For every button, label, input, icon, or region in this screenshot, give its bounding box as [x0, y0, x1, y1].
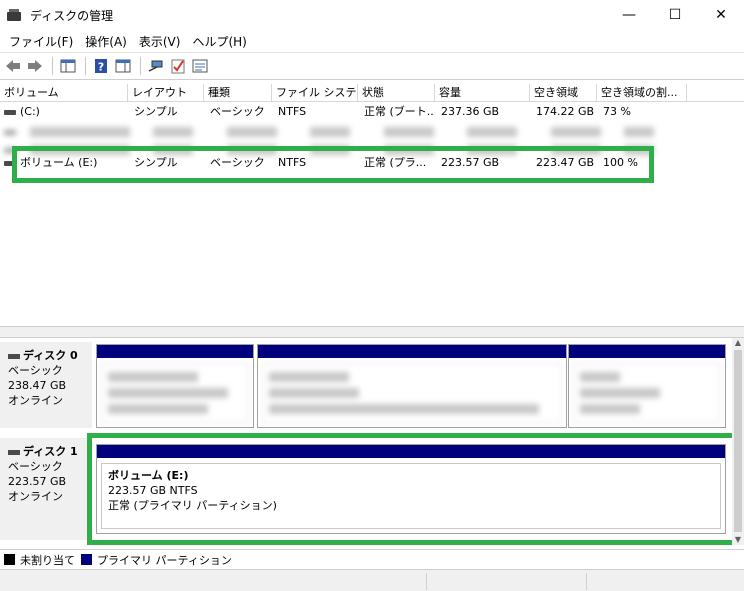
drive-icon	[4, 109, 16, 115]
legend-unallocated-label: 未割り当て	[20, 553, 75, 567]
back-arrow-icon	[6, 60, 20, 72]
help-icon: ?	[95, 59, 107, 74]
svg-text:?: ?	[98, 61, 104, 74]
disk-0-partition-2[interactable]	[257, 344, 567, 428]
checklist-button[interactable]	[168, 56, 188, 76]
disk-1-label[interactable]: ディスク 1 ベーシック 223.57 GB オンライン	[0, 438, 92, 540]
status-bar-segment	[426, 573, 586, 590]
disk-0-partition-3[interactable]	[568, 344, 726, 428]
volume-type: ベーシック	[210, 105, 265, 118]
disk-type: ベーシック	[8, 460, 63, 473]
column-header-status[interactable]: 状態	[358, 84, 435, 102]
highlight-box-disk-1	[87, 433, 737, 545]
scroll-thumb[interactable]	[734, 350, 742, 532]
title-bar: ディスクの管理 — ☐ ✕	[0, 0, 744, 30]
disk-icon	[8, 353, 20, 359]
volume-list-header: ボリューム レイアウト 種類 ファイル システム 状態 容量 空き領域 空き領域…	[0, 84, 744, 102]
menu-file[interactable]: ファイル(F)	[4, 33, 78, 50]
status-bar	[0, 569, 744, 591]
toolbar: ?	[0, 52, 744, 80]
volume-status: 正常 (ブート...	[364, 105, 435, 118]
volume-free-space: 174.22 GB	[536, 105, 595, 118]
disk-0-partition-1[interactable]	[96, 344, 254, 428]
properties-button[interactable]	[190, 56, 210, 76]
disk-state: オンライン	[8, 490, 63, 503]
legend-primary-partition-label: プライマリ パーティション	[97, 553, 232, 567]
close-button[interactable]: ✕	[698, 0, 744, 30]
show-hide-console-tree-button[interactable]	[58, 56, 78, 76]
disk-management-app-icon	[6, 7, 22, 23]
connect-icon	[148, 60, 163, 72]
properties-panel-icon	[115, 59, 131, 73]
help-button[interactable]: ?	[91, 56, 111, 76]
disk-state: オンライン	[8, 394, 63, 407]
volume-filesystem: NTFS	[278, 105, 307, 118]
disk-map-scrollbar[interactable]: ▲ ▼	[732, 338, 744, 545]
scroll-down-arrow-icon[interactable]: ▼	[732, 535, 744, 545]
maximize-button[interactable]: ☐	[652, 0, 698, 30]
column-header-capacity[interactable]: 容量	[435, 84, 530, 102]
scroll-up-arrow-icon[interactable]: ▲	[732, 338, 744, 348]
drive-icon	[4, 129, 16, 135]
minimize-button[interactable]: —	[606, 0, 652, 30]
back-button[interactable]	[3, 56, 23, 76]
disk-name: ディスク 0	[23, 349, 78, 362]
toolbar-separator	[85, 57, 86, 75]
volume-row-c[interactable]: (C:) シンプル ベーシック NTFS 正常 (ブート... 237.36 G…	[0, 103, 744, 121]
column-header-filesystem[interactable]: ファイル システム	[272, 84, 358, 102]
connect-button[interactable]	[146, 56, 166, 76]
column-header-free-percent[interactable]: 空き領域の割...	[597, 84, 687, 102]
column-header-free-space[interactable]: 空き領域	[530, 84, 597, 102]
menu-help[interactable]: ヘルプ(H)	[187, 33, 251, 50]
disk-name: ディスク 1	[23, 445, 78, 458]
disk-size: 238.47 GB	[8, 379, 67, 392]
toolbar-separator	[52, 57, 53, 75]
volume-list: ボリューム レイアウト 種類 ファイル システム 状態 容量 空き領域 空き領域…	[0, 84, 744, 326]
menu-bar: ファイル(F) 操作(A) 表示(V) ヘルプ(H)	[0, 30, 744, 52]
volume-free-percent: 73 %	[603, 105, 631, 118]
column-header-layout[interactable]: レイアウト	[128, 84, 204, 102]
highlight-box-volume-e	[12, 146, 654, 183]
disk-type: ベーシック	[8, 364, 63, 377]
column-header-type[interactable]: 種類	[204, 84, 272, 102]
unallocated-swatch	[4, 554, 15, 565]
menu-view[interactable]: 表示(V)	[134, 33, 186, 50]
disk-size: 223.57 GB	[8, 475, 67, 488]
volume-name: (C:)	[20, 105, 40, 118]
disk-icon	[8, 449, 20, 455]
toolbar-separator	[140, 57, 141, 75]
checklist-icon	[171, 59, 185, 74]
forward-arrow-icon	[28, 60, 42, 72]
menu-action[interactable]: 操作(A)	[80, 33, 132, 50]
primary-partition-swatch	[81, 554, 92, 565]
volume-capacity: 237.36 GB	[441, 105, 500, 118]
window-title: ディスクの管理	[30, 8, 114, 23]
forward-button[interactable]	[25, 56, 45, 76]
legend: 未割り当て プライマリ パーティション	[0, 549, 744, 569]
column-header-volume[interactable]: ボリューム	[0, 84, 128, 102]
properties-panel-button[interactable]	[113, 56, 133, 76]
volume-layout: シンプル	[134, 105, 178, 118]
volume-row-redacted[interactable]	[0, 121, 744, 139]
pane-splitter[interactable]	[0, 326, 744, 338]
console-tree-icon	[60, 59, 76, 73]
properties-icon	[192, 59, 208, 73]
disk-0-label[interactable]: ディスク 0 ベーシック 238.47 GB オンライン	[0, 342, 92, 428]
status-bar-segment	[586, 573, 744, 590]
